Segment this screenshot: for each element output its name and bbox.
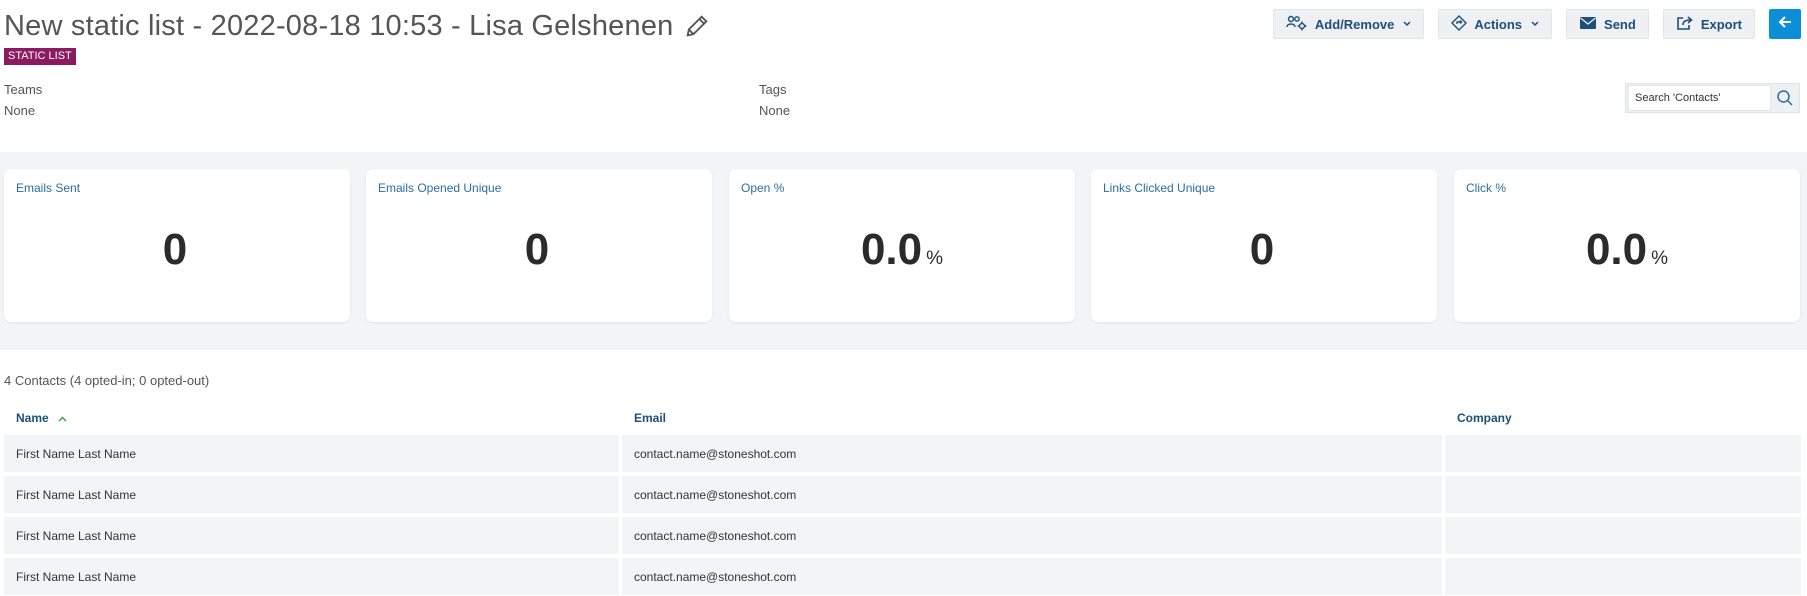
back-button[interactable] — [1769, 9, 1801, 39]
cell-name: First Name Last Name — [4, 476, 622, 513]
stat-value: 0.0% — [860, 225, 944, 274]
stat-label: Open % — [741, 181, 785, 195]
stat-label: Emails Opened Unique — [378, 181, 502, 195]
search-icon[interactable] — [1771, 84, 1799, 112]
page-title: New static list - 2022-08-18 10:53 - Lis… — [4, 9, 674, 42]
contacts-summary: 4 Contacts (4 opted-in; 0 opted-out) — [4, 373, 210, 388]
export-label: Export — [1700, 16, 1742, 32]
cell-name: First Name Last Name — [4, 517, 622, 554]
stat-card-links-clicked-unique: Links Clicked Unique 0 — [1091, 169, 1437, 322]
tags-meta: Tags None — [759, 82, 790, 118]
column-header-name[interactable]: Name — [4, 405, 622, 431]
share-export-icon — [1676, 15, 1694, 34]
table-row[interactable]: First Name Last Name contact.name@stones… — [4, 476, 1801, 513]
arrow-left-icon — [1777, 14, 1793, 35]
cell-name: First Name Last Name — [4, 435, 622, 472]
stat-label: Click % — [1466, 181, 1507, 195]
cell-company — [1445, 435, 1801, 472]
tags-value: None — [759, 103, 791, 118]
send-button[interactable]: Send — [1566, 9, 1649, 39]
cell-name: First Name Last Name — [4, 558, 622, 595]
stat-value: 0 — [1249, 225, 1275, 274]
contacts-table: Name Email Company First Name Last Name … — [4, 401, 1801, 596]
stat-value: 0 — [524, 225, 550, 274]
pencil-icon[interactable] — [682, 11, 712, 41]
stats-band: Emails Sent 0 Emails Opened Unique 0 Ope… — [0, 152, 1807, 350]
list-type-badge: STATIC LIST — [4, 48, 76, 65]
stat-value: 0 — [162, 225, 188, 274]
envelope-icon — [1579, 16, 1597, 33]
contacts-search — [1625, 83, 1800, 113]
diamond-arrow-icon — [1451, 14, 1468, 34]
table-row[interactable]: First Name Last Name contact.name@stones… — [4, 517, 1801, 554]
teams-label: Teams — [4, 82, 43, 97]
page-header: New static list - 2022-08-18 10:53 - Lis… — [4, 6, 712, 46]
cell-email: contact.name@stoneshot.com — [622, 558, 1445, 595]
search-input[interactable] — [1628, 85, 1771, 111]
add-remove-button[interactable]: Add/Remove — [1272, 9, 1425, 39]
stat-card-open-percent: Open % 0.0% — [729, 169, 1075, 322]
stat-label: Links Clicked Unique — [1103, 181, 1216, 195]
table-row[interactable]: First Name Last Name contact.name@stones… — [4, 435, 1801, 472]
cell-email: contact.name@stoneshot.com — [622, 435, 1445, 472]
send-label: Send — [1604, 16, 1636, 32]
add-remove-label: Add/Remove — [1314, 16, 1395, 32]
sort-ascending-icon — [58, 411, 67, 425]
stat-value: 0.0% — [1585, 225, 1669, 274]
export-button[interactable]: Export — [1662, 9, 1755, 39]
toolbar: Add/Remove Actions Send Export — [1272, 9, 1801, 39]
column-header-email[interactable]: Email — [622, 405, 1445, 431]
actions-button[interactable]: Actions — [1438, 9, 1553, 39]
cell-company — [1445, 517, 1801, 554]
tags-label: Tags — [759, 82, 787, 97]
table-row[interactable]: First Name Last Name contact.name@stones… — [4, 558, 1801, 595]
teams-meta: Teams None — [4, 82, 42, 118]
cell-company — [1445, 476, 1801, 513]
column-header-company[interactable]: Company — [1445, 405, 1801, 431]
chevron-down-icon — [1531, 19, 1539, 29]
teams-value: None — [4, 103, 36, 118]
cell-company — [1445, 558, 1801, 595]
stat-label: Emails Sent — [16, 181, 81, 195]
stat-card-click-percent: Click % 0.0% — [1454, 169, 1800, 322]
stat-card-emails-opened-unique: Emails Opened Unique 0 — [366, 169, 712, 322]
cell-email: contact.name@stoneshot.com — [622, 517, 1445, 554]
actions-label: Actions — [1474, 16, 1523, 32]
users-gear-icon — [1286, 15, 1308, 34]
stat-card-emails-sent: Emails Sent 0 — [4, 169, 350, 322]
chevron-down-icon — [1403, 19, 1411, 29]
cell-email: contact.name@stoneshot.com — [622, 476, 1445, 513]
